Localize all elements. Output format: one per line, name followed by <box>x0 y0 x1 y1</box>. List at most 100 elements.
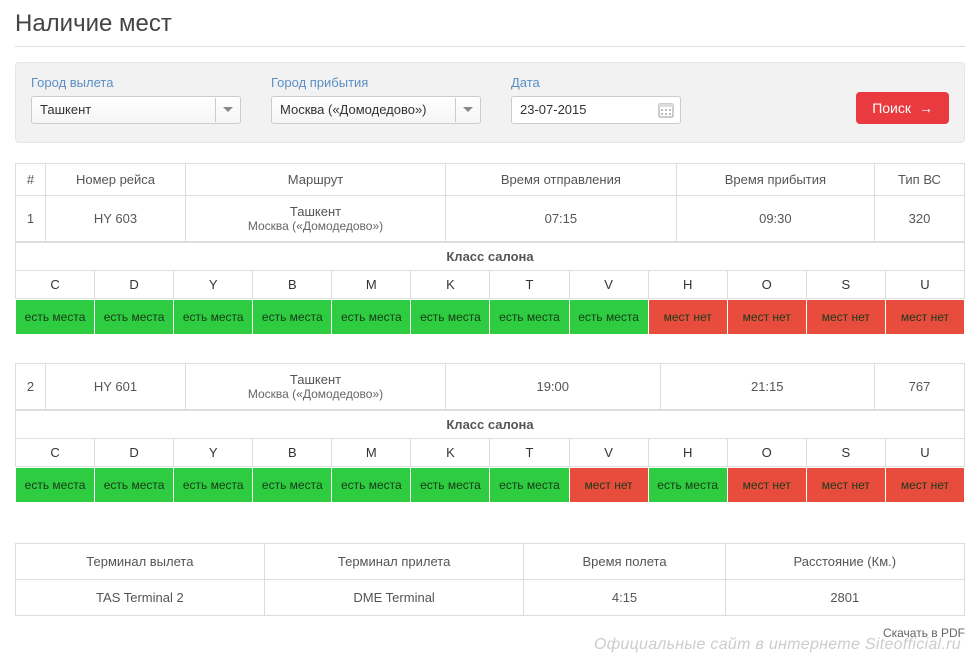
dep-terminal-value: TAS Terminal 2 <box>16 580 265 616</box>
search-button[interactable]: Поиск → <box>856 92 949 124</box>
col-dep-time: Время отправления <box>446 164 677 196</box>
arr-terminal-label: Терминал прилета <box>264 544 524 580</box>
arrival-city-select[interactable]: Москва («Домодедово») <box>271 96 481 124</box>
cell-dep-time: 07:15 <box>446 196 677 242</box>
cell-aircraft: 320 <box>875 196 965 242</box>
class-code-cell: O <box>727 439 806 467</box>
dep-terminal-label: Терминал вылета <box>16 544 265 580</box>
availability-cell: есть места <box>253 468 332 503</box>
class-code-cell: C <box>16 439 95 467</box>
cabin-class-header: Класс салона <box>15 242 965 270</box>
class-code-cell: B <box>253 271 332 299</box>
flight-info-table: Терминал вылета Терминал прилета Время п… <box>15 543 965 616</box>
watermark-text: Официальные сайт в интернете Siteofficia… <box>15 636 965 654</box>
class-code-cell: H <box>648 271 727 299</box>
class-code-cell: C <box>16 271 95 299</box>
col-route: Маршрут <box>186 164 446 196</box>
cell-aircraft: 767 <box>875 364 965 410</box>
arrival-city-value: Москва («Домодедово») <box>280 102 427 117</box>
availability-cell: есть места <box>648 468 727 503</box>
flight-time-label: Время полета <box>524 544 725 580</box>
departure-city-value: Ташкент <box>40 102 91 117</box>
search-button-label: Поиск <box>872 100 911 116</box>
availability-cell: есть места <box>490 300 569 335</box>
arrow-right-icon: → <box>919 100 933 116</box>
search-panel: Город вылета Ташкент Город прибытия Моск… <box>15 62 965 143</box>
flights-table: # Номер рейса Маршрут Время отправления … <box>15 163 965 242</box>
cell-arr-time: 09:30 <box>676 196 874 242</box>
availability-cell: есть места <box>95 300 174 335</box>
class-code-cell: V <box>569 439 648 467</box>
date-input[interactable]: 23-07-2015 <box>511 96 681 124</box>
availability-cell: есть места <box>411 468 490 503</box>
col-num: # <box>16 164 46 196</box>
class-code-cell: K <box>411 271 490 299</box>
class-code-cell: D <box>95 271 174 299</box>
chevron-down-icon <box>455 98 479 122</box>
class-code-cell: H <box>648 439 727 467</box>
arrival-city-label: Город прибытия <box>271 75 481 90</box>
col-arr-time: Время прибытия <box>676 164 874 196</box>
cell-flight: HY 603 <box>46 196 186 242</box>
cell-dep-time: 19:00 <box>446 364 661 410</box>
departure-city-label: Город вылета <box>31 75 241 90</box>
class-code-cell: U <box>885 271 964 299</box>
page-title: Наличие мест <box>15 10 965 38</box>
flights-table: 2 HY 601 Ташкент Москва («Домодедово») 1… <box>15 363 965 410</box>
distance-label: Расстояние (Км.) <box>725 544 964 580</box>
availability-cell: мест нет <box>806 468 885 503</box>
class-code-cell: T <box>490 271 569 299</box>
col-aircraft: Тип ВС <box>875 164 965 196</box>
class-code-cell: Y <box>174 439 253 467</box>
availability-cell: есть места <box>16 300 95 335</box>
class-code-cell: D <box>95 439 174 467</box>
availability-cell: есть места <box>174 468 253 503</box>
cell-route: Ташкент Москва («Домодедово») <box>186 196 446 242</box>
departure-city-select[interactable]: Ташкент <box>31 96 241 124</box>
table-row: 1 HY 603 Ташкент Москва («Домодедово») 0… <box>16 196 965 242</box>
col-flight: Номер рейса <box>46 164 186 196</box>
availability-cell: мест нет <box>569 468 648 503</box>
divider <box>15 46 965 47</box>
cell-num: 2 <box>16 364 46 410</box>
availability-cell: есть места <box>16 468 95 503</box>
availability-cell: есть места <box>490 468 569 503</box>
cell-flight: HY 601 <box>46 364 186 410</box>
class-codes-row: CDYBMKTVHOSU <box>15 270 965 299</box>
availability-cell: есть места <box>411 300 490 335</box>
class-code-cell: U <box>885 439 964 467</box>
availability-cell: есть места <box>569 300 648 335</box>
distance-value: 2801 <box>725 580 964 616</box>
date-label: Дата <box>511 75 681 90</box>
availability-cell: есть места <box>95 468 174 503</box>
route-from: Ташкент <box>192 204 439 219</box>
date-value: 23-07-2015 <box>520 102 587 117</box>
availability-cell: есть места <box>174 300 253 335</box>
cell-arr-time: 21:15 <box>660 364 875 410</box>
availability-cell: мест нет <box>885 468 964 503</box>
route-to: Москва («Домодедово») <box>192 219 439 233</box>
table-row: 2 HY 601 Ташкент Москва («Домодедово») 1… <box>16 364 965 410</box>
availability-cell: мест нет <box>885 300 964 335</box>
availability-cell: мест нет <box>806 300 885 335</box>
class-code-cell: S <box>806 439 885 467</box>
availability-cell: мест нет <box>727 300 806 335</box>
class-code-cell: S <box>806 271 885 299</box>
class-code-cell: O <box>727 271 806 299</box>
cell-num: 1 <box>16 196 46 242</box>
cabin-class-header: Класс салона <box>15 410 965 438</box>
chevron-down-icon <box>215 98 239 122</box>
class-code-cell: B <box>253 439 332 467</box>
class-code-cell: Y <box>174 271 253 299</box>
availability-cell: мест нет <box>648 300 727 335</box>
class-code-cell: M <box>332 439 411 467</box>
availability-cell: есть места <box>253 300 332 335</box>
flight-time-value: 4:15 <box>524 580 725 616</box>
route-to: Москва («Домодедово») <box>192 387 439 401</box>
availability-row: есть местаесть местаесть местаесть места… <box>15 299 965 335</box>
availability-cell: есть места <box>332 300 411 335</box>
calendar-icon <box>658 102 674 118</box>
class-code-cell: K <box>411 439 490 467</box>
class-code-cell: M <box>332 271 411 299</box>
class-codes-row: CDYBMKTVHOSU <box>15 438 965 467</box>
